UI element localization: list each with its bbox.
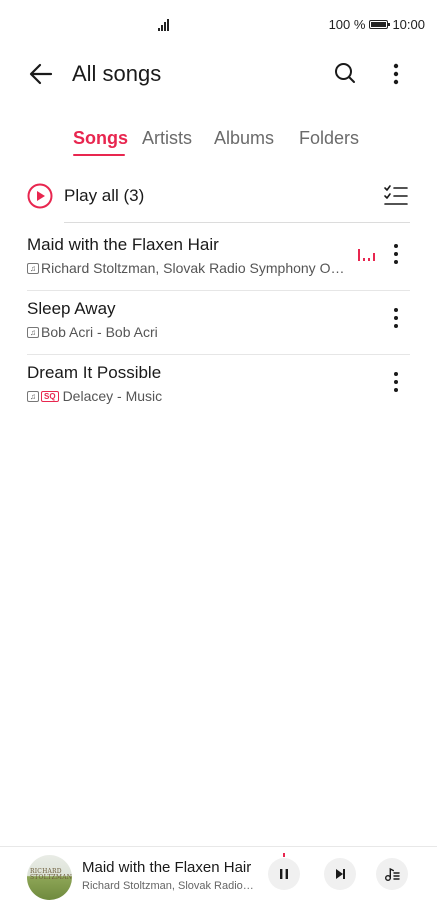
play-all-button[interactable]: Play all (3) (64, 185, 144, 207)
skip-next-icon (336, 869, 345, 879)
tab-bar: Songs Artists Albums Folders (0, 126, 437, 166)
multi-select-icon[interactable] (383, 184, 409, 208)
note-icon: ♫ (27, 262, 39, 274)
search-icon[interactable] (333, 61, 357, 85)
battery-icon (369, 20, 391, 29)
skip-next-button[interactable] (324, 858, 356, 890)
player-subtitle: Richard Stoltzman, Slovak Radio… (82, 880, 254, 892)
divider (64, 222, 410, 223)
more-vertical-icon[interactable] (384, 60, 408, 88)
back-arrow-icon[interactable] (27, 60, 55, 88)
song-row[interactable]: Dream It Possible ♫ SQ Delacey - Music (0, 362, 437, 426)
song-row[interactable]: Sleep Away ♫ Bob Acri - Bob Acri (0, 298, 437, 362)
status-right: 100 % 10:00 (329, 17, 425, 32)
note-icon: ♫ (27, 390, 39, 402)
pause-button[interactable] (268, 858, 300, 890)
more-vertical-icon[interactable] (384, 304, 408, 332)
tab-folders[interactable]: Folders (299, 126, 359, 150)
more-vertical-icon[interactable] (384, 240, 408, 268)
divider (27, 354, 410, 355)
album-art-text: RICHARD STOLTZMAN (30, 868, 72, 881)
equalizer-icon (357, 248, 377, 261)
queue-button[interactable] (376, 858, 408, 890)
more-vertical-icon[interactable] (384, 368, 408, 396)
divider (27, 290, 410, 291)
signal-icon (158, 17, 172, 31)
song-subtitle: ♫ Bob Acri - Bob Acri (27, 323, 158, 341)
song-title: Maid with the Flaxen Hair (27, 235, 219, 254)
player-title: Maid with the Flaxen Hair (82, 859, 252, 876)
album-art[interactable]: RICHARD STOLTZMAN (27, 855, 72, 900)
status-bar: 100 % 10:00 (0, 0, 437, 50)
song-title: Dream It Possible (27, 363, 162, 382)
song-subtitle: ♫ Richard Stoltzman, Slovak Radio Sympho… (27, 259, 344, 277)
tab-artists[interactable]: Artists (142, 126, 192, 150)
playback-progress (283, 853, 285, 857)
note-icon: ♫ (27, 326, 39, 338)
battery-percent: 100 % (328, 17, 366, 32)
tab-songs[interactable]: Songs (73, 126, 128, 150)
play-circle-icon[interactable] (27, 183, 53, 209)
queue-icon (385, 867, 400, 881)
pause-icon (280, 869, 288, 879)
page-title: All songs (72, 61, 162, 86)
clock: 10:00 (392, 17, 425, 32)
sq-badge: SQ (41, 390, 59, 402)
song-row[interactable]: Maid with the Flaxen Hair ♫ Richard Stol… (0, 234, 437, 298)
song-title: Sleep Away (27, 299, 116, 318)
tab-albums[interactable]: Albums (214, 126, 274, 150)
active-tab-indicator (73, 154, 125, 156)
song-subtitle: ♫ SQ Delacey - Music (27, 387, 162, 405)
